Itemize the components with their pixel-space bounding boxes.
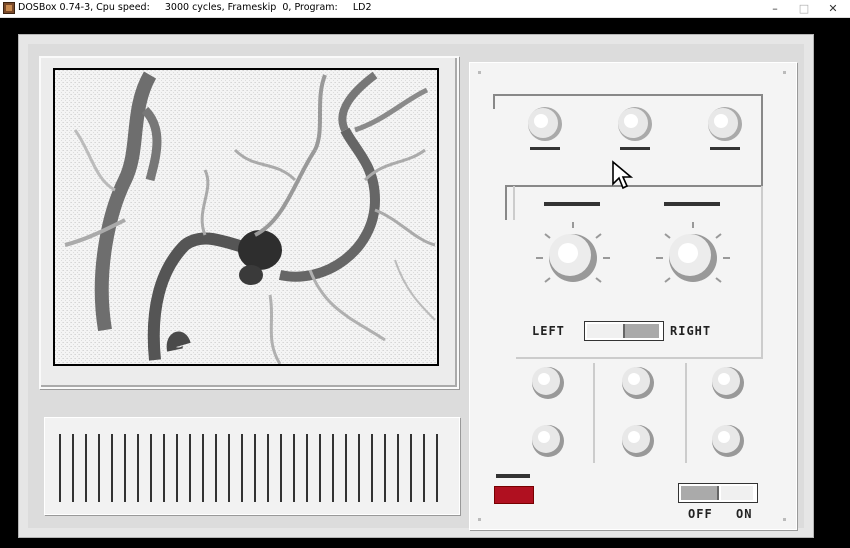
power-switch-track <box>721 486 753 500</box>
grille-bar <box>241 434 243 502</box>
balance-left-label: LEFT <box>532 324 565 338</box>
lower-knob-3[interactable] <box>710 365 746 405</box>
grille-bar <box>371 434 373 502</box>
grille-bar <box>293 434 295 502</box>
grille-bar <box>111 434 113 502</box>
grille-bar <box>163 434 165 502</box>
grille-bar <box>358 434 360 502</box>
grille-bar <box>85 434 87 502</box>
grille-bar <box>124 434 126 502</box>
power-switch-handle[interactable] <box>681 486 719 500</box>
power-light-label-marks <box>496 474 530 478</box>
small-knob-2[interactable] <box>616 105 654 155</box>
balance-slider[interactable] <box>584 321 664 341</box>
grille-bar <box>72 434 74 502</box>
monitor-bezel: LEFT RIGHT OFF ON <box>18 34 814 538</box>
lower-knob-5[interactable] <box>620 423 656 463</box>
grille-bar <box>436 434 438 502</box>
grille-bar <box>254 434 256 502</box>
small-knob-1[interactable] <box>526 105 564 155</box>
minimize-button[interactable]: – <box>760 0 790 17</box>
lower-knob-1[interactable] <box>530 365 566 405</box>
power-on-label: ON <box>736 507 753 521</box>
grille-bar <box>137 434 139 502</box>
large-dial-right[interactable] <box>650 198 736 298</box>
lower-knob-2[interactable] <box>620 365 656 405</box>
screen-frame <box>39 56 459 389</box>
angiogram-screen[interactable] <box>53 68 439 366</box>
grille-bar <box>280 434 282 502</box>
grille-bar <box>98 434 100 502</box>
dosbox-app-icon <box>3 2 15 14</box>
power-switch[interactable] <box>678 483 758 503</box>
small-knob-3[interactable] <box>706 105 744 155</box>
grille-bar <box>423 434 425 502</box>
grille-bar <box>319 434 321 502</box>
grille-bar <box>59 434 61 502</box>
grille-bar <box>189 434 191 502</box>
grille-bar <box>410 434 412 502</box>
mouse-cursor-icon <box>612 160 633 190</box>
grille-bar <box>176 434 178 502</box>
balance-right-label: RIGHT <box>670 324 712 338</box>
large-dial-left[interactable] <box>530 198 616 298</box>
grille-bar <box>228 434 230 502</box>
balance-slider-handle[interactable] <box>625 324 659 338</box>
power-off-label: OFF <box>688 507 713 521</box>
lower-knob-4[interactable] <box>530 423 566 463</box>
control-panel: LEFT RIGHT OFF ON <box>469 62 797 530</box>
maximize-button[interactable]: □ <box>789 0 819 17</box>
grille-bar <box>384 434 386 502</box>
window-titlebar[interactable]: DOSBox 0.74-3, Cpu speed: 3000 cycles, F… <box>0 0 850 18</box>
lower-knob-6[interactable] <box>710 423 746 463</box>
grille-bar <box>267 434 269 502</box>
grille-bar <box>332 434 334 502</box>
grille-bar <box>150 434 152 502</box>
grille-bar <box>202 434 204 502</box>
grille-bar <box>215 434 217 502</box>
grille-bars <box>59 434 438 502</box>
power-light <box>494 486 534 504</box>
grille-bar <box>306 434 308 502</box>
grille-bar <box>345 434 347 502</box>
balance-slider-track <box>587 324 625 338</box>
close-button[interactable]: ✕ <box>818 0 848 17</box>
speaker-grille <box>44 417 460 515</box>
angiogram-image <box>55 70 437 364</box>
grille-bar <box>397 434 399 502</box>
window-title: DOSBox 0.74-3, Cpu speed: 3000 cycles, F… <box>18 2 372 13</box>
